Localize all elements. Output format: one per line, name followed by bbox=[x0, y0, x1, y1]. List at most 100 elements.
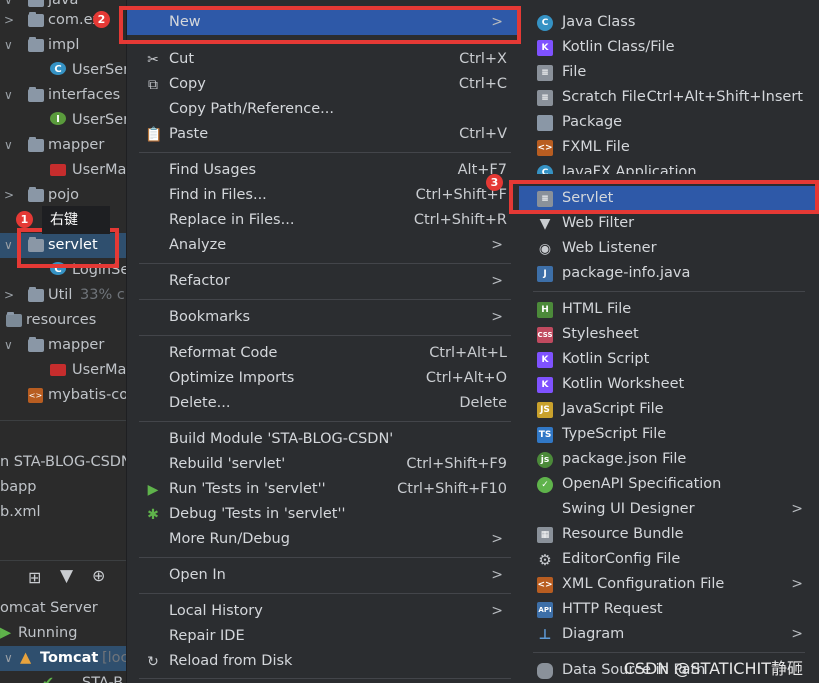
chevron-right-icon: > bbox=[491, 567, 503, 583]
tomcat-label: Tomcat bbox=[40, 650, 99, 666]
group-icon[interactable]: ⊞ bbox=[28, 568, 41, 587]
submenu-item-java-class[interactable]: C Java Class bbox=[519, 10, 819, 35]
menu-item-analyze[interactable]: Analyze > bbox=[127, 233, 519, 258]
menu-item-label: Reload from Disk bbox=[169, 653, 293, 669]
context-menu: New > ✂ Cut Ctrl+X ⧉ Copy Ctrl+C Copy Pa… bbox=[126, 0, 520, 683]
menu-item-find-in-files[interactable]: Find in Files... Ctrl+Shift+F bbox=[127, 183, 519, 208]
menu-item-label: Find Usages bbox=[169, 162, 257, 178]
submenu-item-kotlin-script[interactable]: K Kotlin Script bbox=[519, 347, 819, 372]
submenu-item-editorconfig[interactable]: ⚙ EditorConfig File bbox=[519, 547, 819, 572]
project-label: n STA-BLOG-CSDN bbox=[0, 454, 126, 470]
menu-item-rebuild[interactable]: Rebuild 'servlet' Ctrl+Shift+F9 bbox=[127, 452, 519, 477]
tree-item-label: mybatis-co bbox=[48, 387, 126, 403]
menu-item-more-run-debug[interactable]: More Run/Debug > bbox=[127, 527, 519, 552]
submenu-item-scratch-file[interactable]: ≡ Scratch File Ctrl+Alt+Shift+Insert bbox=[519, 85, 819, 110]
submenu-item-package-info[interactable]: J package-info.java bbox=[519, 261, 819, 286]
collapse-arrow-icon[interactable]: > bbox=[4, 183, 14, 208]
submenu-item-html[interactable]: H HTML File bbox=[519, 297, 819, 322]
submenu-item-label: JavaFX Application bbox=[562, 164, 697, 174]
menu-item-label: Repair IDE bbox=[169, 628, 245, 644]
shortcut-label: Ctrl+Shift+F10 bbox=[397, 481, 507, 497]
submenu-item-resource-bundle[interactable]: ▦ Resource Bundle bbox=[519, 522, 819, 547]
submenu-item-diagram[interactable]: ⊥ Diagram > bbox=[519, 622, 819, 647]
expand-arrow-icon[interactable]: ∨ bbox=[4, 133, 13, 158]
submenu-item-typescript[interactable]: TS TypeScript File bbox=[519, 422, 819, 447]
menu-item-copy-path[interactable]: Copy Path/Reference... bbox=[127, 97, 519, 122]
submenu-item-http-request[interactable]: API HTTP Request bbox=[519, 597, 819, 622]
menu-item-label: Local History bbox=[169, 603, 263, 619]
menu-item-refactor[interactable]: Refactor > bbox=[127, 269, 519, 294]
menu-item-reload-from-disk[interactable]: ↻ Reload from Disk bbox=[127, 649, 519, 674]
fxml-file-icon: <> bbox=[537, 140, 553, 156]
submenu-item-swing-ui[interactable]: Swing UI Designer > bbox=[519, 497, 819, 522]
submenu-item-web-filter[interactable]: ▼ Web Filter bbox=[519, 211, 819, 236]
java-class-icon: C bbox=[537, 15, 553, 31]
menu-item-local-history[interactable]: Local History > bbox=[127, 599, 519, 624]
menu-item-replace-in-files[interactable]: Replace in Files... Ctrl+Shift+R bbox=[127, 208, 519, 233]
interface-icon: I bbox=[50, 112, 66, 125]
collapse-arrow-icon[interactable]: > bbox=[4, 8, 14, 33]
diagram-icon: ⊥ bbox=[538, 627, 552, 643]
chevron-right-icon: > bbox=[491, 237, 503, 253]
kotlin-script-icon: K bbox=[537, 352, 553, 368]
menu-item-delete[interactable]: Delete... Delete bbox=[127, 391, 519, 416]
menu-item-cut[interactable]: ✂ Cut Ctrl+X bbox=[127, 47, 519, 72]
menu-item-copy[interactable]: ⧉ Copy Ctrl+C bbox=[127, 72, 519, 97]
menu-item-paste[interactable]: 📋 Paste Ctrl+V bbox=[127, 122, 519, 147]
submenu-item-openapi[interactable]: ✓ OpenAPI Specification bbox=[519, 472, 819, 497]
submenu-item-web-listener[interactable]: ◉ Web Listener bbox=[519, 236, 819, 261]
menu-item-debug-tests[interactable]: ✱ Debug 'Tests in 'servlet'' bbox=[127, 502, 519, 527]
submenu-item-javafx[interactable]: C JavaFX Application bbox=[519, 160, 819, 174]
submenu-item-label: Resource Bundle bbox=[562, 526, 684, 542]
submenu-item-fxml[interactable]: <> FXML File bbox=[519, 135, 819, 160]
submenu-item-label: EditorConfig File bbox=[562, 551, 681, 567]
submenu-item-label: Stylesheet bbox=[562, 326, 639, 342]
submenu-item-kotlin-worksheet[interactable]: K Kotlin Worksheet bbox=[519, 372, 819, 397]
menu-item-find-usages[interactable]: Find Usages Alt+F7 bbox=[127, 158, 519, 183]
submenu-item-xml-config[interactable]: <> XML Configuration File > bbox=[519, 572, 819, 597]
menu-item-label: Build Module 'STA-BLOG-CSDN' bbox=[169, 431, 394, 447]
expand-arrow-icon[interactable]: ∨ bbox=[4, 83, 13, 108]
collapse-arrow-icon[interactable]: > bbox=[4, 283, 14, 308]
submenu-item-label: Kotlin Script bbox=[562, 351, 650, 367]
expand-arrow-icon[interactable]: ∨ bbox=[4, 33, 13, 58]
tomcat-item[interactable]: ∨ ▲ Tomcat [loc bbox=[0, 646, 126, 671]
submenu-item-stylesheet[interactable]: CSS Stylesheet bbox=[519, 322, 819, 347]
menu-item-open-in[interactable]: Open In > bbox=[127, 563, 519, 588]
class-icon: C bbox=[50, 62, 66, 75]
menu-item-label: More Run/Debug bbox=[169, 531, 290, 547]
menu-separator bbox=[139, 421, 511, 422]
menu-item-reformat[interactable]: Reformat Code Ctrl+Alt+L bbox=[127, 341, 519, 366]
submenu-item-javascript[interactable]: JS JavaScript File bbox=[519, 397, 819, 422]
menu-item-repair-ide[interactable]: Repair IDE bbox=[127, 624, 519, 649]
resources-folder-icon bbox=[6, 312, 22, 327]
add-configuration-icon[interactable]: ⊕ bbox=[92, 566, 105, 585]
expand-arrow-icon[interactable]: ∨ bbox=[4, 333, 13, 358]
menu-item-optimize-imports[interactable]: Optimize Imports Ctrl+Alt+O bbox=[127, 366, 519, 391]
folder-icon bbox=[28, 87, 44, 102]
menu-item-label: Optimize Imports bbox=[169, 370, 295, 386]
expand-arrow-icon[interactable]: ∨ bbox=[4, 233, 13, 258]
submenu-item-file[interactable]: ≡ File bbox=[519, 60, 819, 85]
menu-separator bbox=[139, 335, 511, 336]
menu-item-build-module[interactable]: Build Module 'STA-BLOG-CSDN' bbox=[127, 427, 519, 452]
tree-item-label: impl bbox=[48, 37, 80, 53]
submenu-item-kotlin-class[interactable]: K Kotlin Class/File bbox=[519, 35, 819, 60]
submenu-item-label: Kotlin Class/File bbox=[562, 39, 675, 55]
clipboard-icon: 📋 bbox=[145, 127, 163, 143]
filter-icon: ▼ bbox=[539, 216, 551, 232]
menu-item-label: Run 'Tests in 'servlet'' bbox=[169, 481, 326, 497]
tree-item-label: UserMa bbox=[72, 362, 126, 378]
scratch-file-icon: ≡ bbox=[537, 90, 553, 106]
menu-item-run-tests[interactable]: ▶ Run 'Tests in 'servlet'' Ctrl+Shift+F1… bbox=[127, 477, 519, 502]
menu-item-label: Cut bbox=[169, 51, 194, 67]
folder-icon bbox=[28, 337, 44, 352]
chevron-right-icon: > bbox=[791, 576, 803, 592]
menu-item-bookmarks[interactable]: Bookmarks > bbox=[127, 305, 519, 330]
submenu-item-package-json[interactable]: js package.json File bbox=[519, 447, 819, 472]
expand-arrow-icon[interactable]: ∨ bbox=[4, 646, 13, 671]
annotation-badge-2: 2 bbox=[93, 11, 110, 28]
submenu-item-package[interactable]: Package bbox=[519, 110, 819, 135]
filter-icon[interactable]: ▼ bbox=[60, 566, 73, 586]
tree-item-label: pojo bbox=[48, 187, 79, 203]
